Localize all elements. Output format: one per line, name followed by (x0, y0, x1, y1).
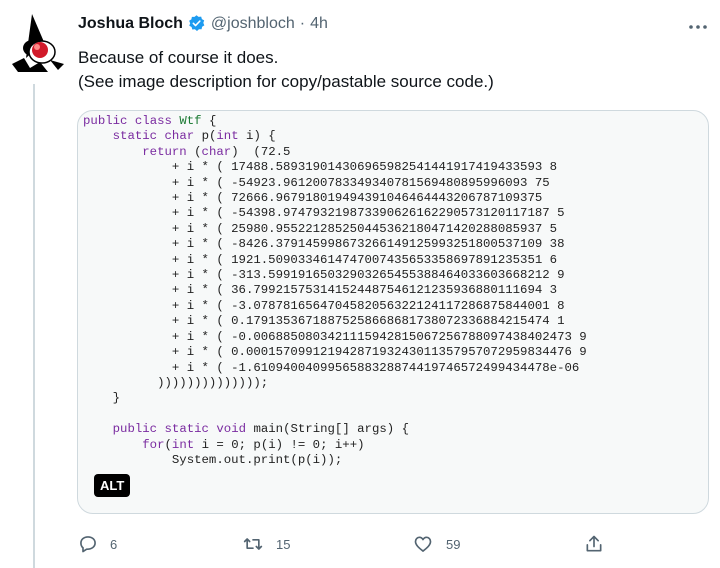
code-token: return (142, 144, 187, 159)
code-token: public (83, 114, 128, 128)
code-token: ( (164, 437, 172, 452)
heart-icon (414, 536, 432, 552)
code-token: ) (72.5 + i * ( 17488.589319014306965982… (112, 144, 587, 406)
reply-button[interactable]: 6 (78, 534, 117, 554)
alt-badge[interactable]: ALT (94, 474, 131, 497)
code-token: int (216, 129, 239, 144)
avatar[interactable] (10, 12, 66, 74)
code-token: Wtf (179, 114, 202, 128)
tweet-image[interactable]: public class Wtf { static char p(int i) … (77, 110, 709, 514)
like-button[interactable]: 59 (412, 534, 460, 554)
tweet-header: Joshua Bloch @joshbloch · 4h (78, 14, 328, 33)
retweet-button[interactable]: 15 (242, 534, 290, 554)
code-token: for (142, 437, 165, 452)
code-token: static (112, 129, 158, 144)
thread-line (33, 84, 35, 568)
tweet-timestamp[interactable]: 4h (310, 15, 328, 33)
code-token: p( (194, 129, 217, 144)
code-token: char (164, 129, 195, 144)
retweet-icon (243, 538, 263, 550)
code-token: void (216, 422, 247, 437)
code-token: public (112, 422, 158, 437)
reply-count: 6 (110, 536, 118, 552)
code-listing: public class Wtf { static char p(int i) … (83, 114, 587, 468)
code-token: ( (186, 144, 202, 159)
tweet-text: Because of course it does. (See image de… (78, 46, 494, 94)
more-horizontal-icon (689, 25, 707, 29)
reply-icon (80, 536, 96, 553)
tweet-actions: 6 15 59 (78, 534, 608, 556)
separator-dot: · (299, 14, 306, 32)
share-button[interactable] (584, 534, 604, 554)
code-token: static (164, 422, 209, 437)
tweet-text-line: (See image description for copy/pastable… (78, 72, 494, 91)
author-handle[interactable]: @joshbloch (211, 15, 295, 33)
tweet-text-line: Because of course it does. (78, 48, 279, 67)
retweet-count: 15 (276, 536, 291, 552)
code-token: int (171, 437, 195, 452)
code-token: char (201, 144, 232, 159)
like-count: 59 (446, 536, 461, 552)
more-options-button[interactable] (688, 18, 708, 36)
code-token: class (134, 114, 172, 128)
verified-badge-icon (189, 15, 205, 31)
share-icon (586, 535, 602, 552)
author-name[interactable]: Joshua Bloch (78, 15, 183, 33)
